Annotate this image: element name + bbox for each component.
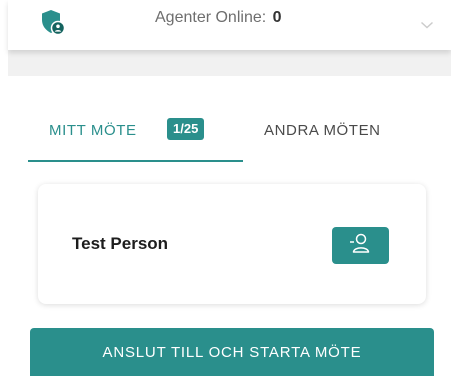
shield-user-icon <box>41 9 66 36</box>
participant-name: Test Person <box>72 234 169 253</box>
agents-online-count: 0 <box>272 9 282 26</box>
participant-action-button[interactable] <box>332 227 389 264</box>
top-bar: Agenter Online: 0 <box>8 0 451 50</box>
person-icon <box>349 232 373 259</box>
tab-my-meeting-label: MITT MÖTE <box>49 122 137 139</box>
join-and-start-meeting-button[interactable]: ANSLUT TILL OCH STARTA MÖTE <box>30 328 434 376</box>
agents-online-status: Agenter Online: 0 <box>155 9 282 27</box>
chevron-down-icon[interactable] <box>420 17 434 29</box>
tab-other-meetings[interactable]: ANDRA MÖTEN <box>243 114 433 162</box>
tab-my-meeting[interactable]: MITT MÖTE 1/25 <box>28 114 243 162</box>
participant-card: Test Person <box>38 184 426 304</box>
meeting-count-badge: 1/25 <box>167 118 205 140</box>
agents-online-label: Agenter Online: <box>155 9 267 26</box>
app-page: Agenter Online: 0 MITT MÖTE 1/25 ANDRA M… <box>0 0 451 376</box>
tab-other-meetings-label: ANDRA MÖTEN <box>264 122 381 139</box>
header-divider-band <box>8 50 451 76</box>
